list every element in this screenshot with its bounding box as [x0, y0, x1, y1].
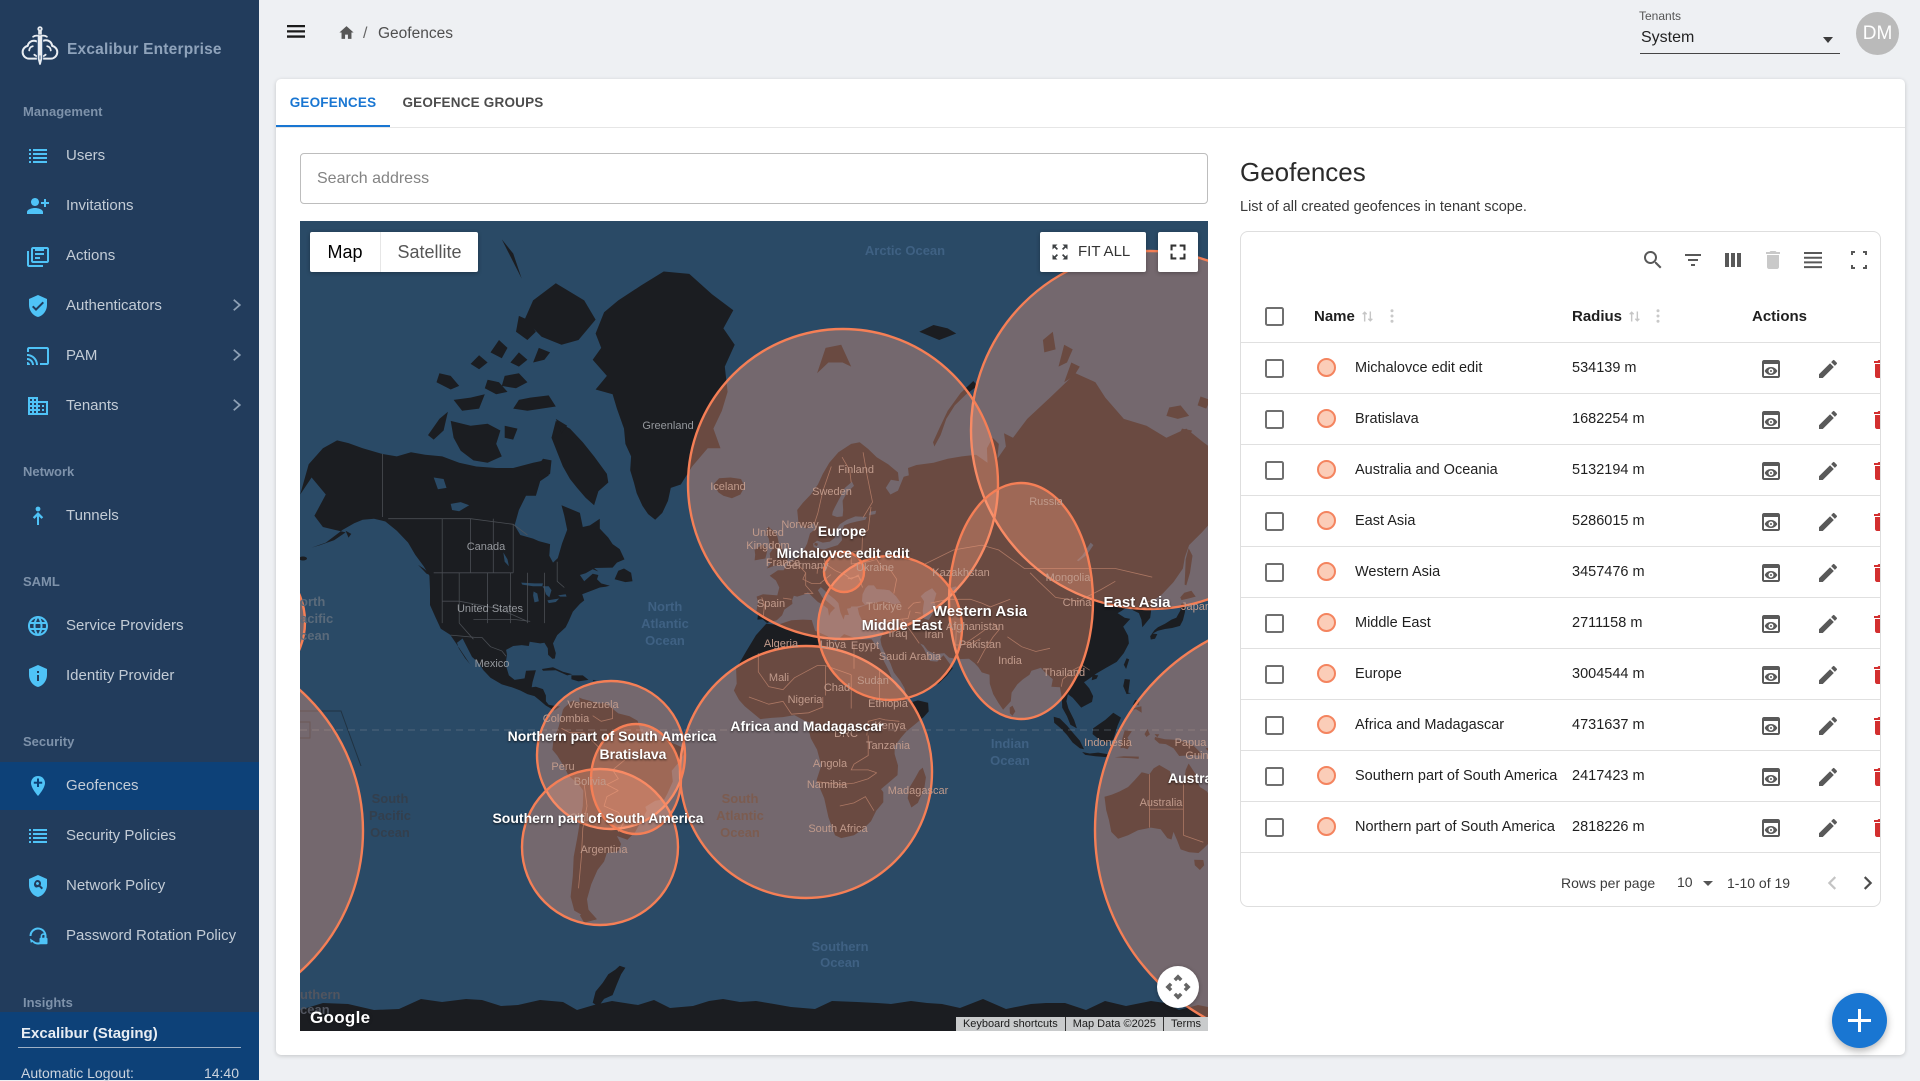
- svg-text:East Asia: East Asia: [1104, 594, 1172, 611]
- svg-text:Chad: Chad: [824, 682, 850, 694]
- svg-text:cean: cean: [300, 628, 330, 643]
- svg-text:Europe: Europe: [818, 523, 866, 539]
- svg-text:Guine: Guine: [1185, 750, 1208, 762]
- svg-text:Australia: Australia: [1140, 797, 1184, 809]
- svg-text:Thailand: Thailand: [1043, 667, 1085, 679]
- svg-text:Argentina: Argentina: [580, 844, 628, 856]
- svg-text:Saudi Arabia: Saudi Arabia: [879, 651, 942, 663]
- svg-text:Indonesia: Indonesia: [1084, 737, 1133, 749]
- svg-text:Ethiopia: Ethiopia: [868, 698, 909, 710]
- svg-text:Western Asia: Western Asia: [933, 603, 1028, 620]
- svg-text:Colombia: Colombia: [543, 713, 590, 725]
- svg-text:Mexico: Mexico: [475, 658, 510, 670]
- svg-text:Ocean: Ocean: [720, 825, 760, 840]
- svg-text:Nigeria: Nigeria: [788, 694, 824, 706]
- svg-text:Germany: Germany: [783, 560, 829, 572]
- svg-text:Tanzania: Tanzania: [866, 740, 911, 752]
- svg-text:Ocean: Ocean: [645, 633, 685, 648]
- svg-text:Mongolia: Mongolia: [1046, 572, 1092, 584]
- svg-text:Papua N: Papua N: [1175, 737, 1208, 749]
- svg-text:Norway: Norway: [781, 519, 819, 531]
- svg-text:Russia: Russia: [1029, 496, 1064, 508]
- svg-text:Bolivia: Bolivia: [574, 776, 607, 788]
- svg-text:Spain: Spain: [757, 598, 785, 610]
- svg-text:acific: acific: [300, 611, 333, 626]
- svg-text:Algeria: Algeria: [764, 638, 799, 650]
- svg-text:Arctic Ocean: Arctic Ocean: [865, 243, 945, 258]
- svg-text:Northern part of South America: Northern part of South America: [508, 728, 717, 744]
- svg-text:Madagascar: Madagascar: [888, 785, 949, 797]
- svg-text:Pakistan: Pakistan: [959, 639, 1001, 651]
- svg-text:China: China: [1063, 597, 1093, 609]
- svg-text:Ocean: Ocean: [990, 753, 1030, 768]
- svg-text:Greenland: Greenland: [642, 420, 693, 432]
- svg-text:Southern part of South America: Southern part of South America: [492, 810, 703, 826]
- svg-text:Japan: Japan: [1181, 601, 1208, 613]
- svg-text:South: South: [372, 791, 409, 806]
- svg-text:Finland: Finland: [838, 464, 874, 476]
- svg-text:Angola: Angola: [813, 758, 848, 770]
- svg-text:Ocean: Ocean: [370, 825, 410, 840]
- svg-text:Iceland: Iceland: [710, 481, 745, 493]
- svg-text:Southern: Southern: [811, 939, 868, 954]
- svg-text:Peru: Peru: [551, 761, 574, 773]
- svg-text:Afghanistan: Afghanistan: [946, 621, 1004, 633]
- svg-text:uthern: uthern: [300, 987, 341, 1002]
- svg-text:Indian: Indian: [991, 736, 1029, 751]
- svg-text:Libya: Libya: [820, 639, 847, 651]
- svg-text:orth: orth: [300, 594, 325, 609]
- svg-text:South Africa: South Africa: [808, 823, 868, 835]
- svg-text:Michalovce edit edit: Michalovce edit edit: [776, 545, 909, 561]
- svg-text:Africa and Madagascar: Africa and Madagascar: [730, 718, 884, 734]
- svg-text:Ocean: Ocean: [820, 955, 860, 970]
- svg-text:Pacific: Pacific: [369, 808, 411, 823]
- svg-text:Namibia: Namibia: [807, 779, 848, 791]
- svg-text:Atlantic: Atlantic: [716, 808, 764, 823]
- svg-text:Middle East: Middle East: [862, 618, 943, 634]
- svg-text:Canada: Canada: [467, 541, 506, 553]
- svg-text:Sudan: Sudan: [857, 675, 889, 687]
- svg-text:Egypt: Egypt: [851, 640, 879, 652]
- svg-text:Australia and Oceania: Australia and Oceania: [1168, 770, 1208, 786]
- svg-text:South: South: [722, 791, 759, 806]
- svg-text:United: United: [752, 527, 784, 539]
- svg-text:Venezuela: Venezuela: [567, 699, 619, 711]
- svg-text:Kazakhstan: Kazakhstan: [932, 567, 989, 579]
- svg-text:Bratislava: Bratislava: [600, 746, 667, 762]
- svg-text:Mali: Mali: [769, 672, 789, 684]
- svg-text:United States: United States: [457, 603, 524, 615]
- svg-text:India: India: [998, 655, 1023, 667]
- svg-text:North: North: [648, 599, 683, 614]
- svg-text:Atlantic: Atlantic: [641, 616, 689, 631]
- svg-text:Türkiye: Türkiye: [866, 601, 902, 613]
- svg-text:Sweden: Sweden: [812, 486, 852, 498]
- svg-text:Ukraine: Ukraine: [856, 562, 894, 574]
